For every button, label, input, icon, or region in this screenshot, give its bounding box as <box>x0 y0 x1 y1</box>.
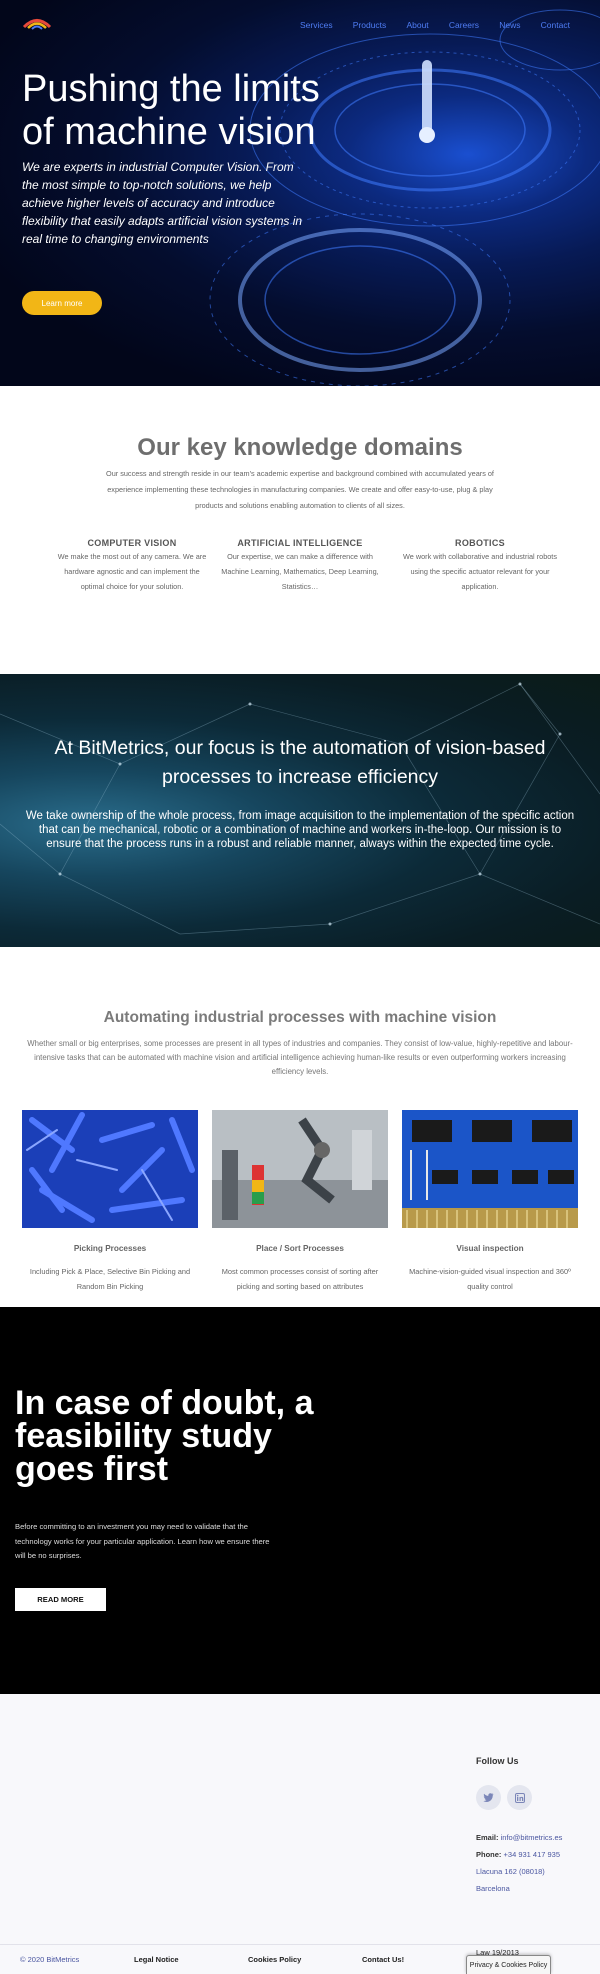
main-nav: Services Products About Careers News Con… <box>300 20 570 30</box>
card-picking: Picking Processes Including Pick & Place… <box>22 1110 198 1294</box>
read-more-button[interactable]: READ MORE <box>15 1588 106 1611</box>
hero-title: Pushing the limits of machine vision <box>22 68 320 153</box>
cookies-policy-link[interactable]: Cookies Policy <box>248 1955 301 1964</box>
contact-us-link[interactable]: Contact Us! <box>362 1955 404 1964</box>
knowledge-section: Our key knowledge domains Our success an… <box>0 386 600 674</box>
feasibility-text: Before committing to an investment you m… <box>15 1522 270 1560</box>
card-title: Place / Sort Processes <box>256 1244 344 1253</box>
privacy-cookies-button[interactable]: Privacy & Cookies Policy <box>466 1955 551 1974</box>
phone-link[interactable]: +34 931 417 935 <box>504 1850 561 1859</box>
circuit-board-image <box>402 1110 578 1228</box>
domain-artificial-intelligence: ARTIFICIAL INTELLIGENCE Our expertise, w… <box>218 538 382 594</box>
twitter-icon[interactable] <box>476 1785 501 1810</box>
legal-notice-link[interactable]: Legal Notice <box>134 1955 179 1964</box>
feasibility-title: In case of doubt, a feasibility study go… <box>15 1384 314 1488</box>
card-title: Picking Processes <box>73 1244 147 1253</box>
linkedin-icon[interactable] <box>507 1785 532 1810</box>
card-text: Machine-vision-guided visual inspection … <box>409 1267 571 1291</box>
hero-section: Services Products About Careers News Con… <box>0 0 600 386</box>
phone-line: Phone: +34 931 417 935 <box>476 1850 560 1859</box>
domain-text: We work with collaborative and industria… <box>403 552 557 591</box>
knowledge-intro: Our success and strength reside in our t… <box>106 469 494 510</box>
robot-arm-image <box>212 1110 388 1228</box>
domain-title: ARTIFICIAL INTELLIGENCE <box>237 538 363 548</box>
email-link[interactable]: info@bitmetrics.es <box>501 1833 563 1842</box>
card-text: Most common processes consist of sorting… <box>221 1267 379 1291</box>
card-inspection: Visual inspection Machine-vision-guided … <box>402 1110 578 1294</box>
city-text: Barcelona <box>476 1884 510 1893</box>
address-text: Llacuna 162 (08018) <box>476 1867 545 1876</box>
automating-subtitle: Whether small or big enterprises, some p… <box>27 1039 573 1076</box>
card-sorting: Place / Sort Processes Most common proce… <box>212 1110 388 1294</box>
automating-title: Automating industrial processes with mac… <box>103 1009 497 1026</box>
footer: Follow Us Email: info@bitmetrics.es Phon… <box>0 1694 600 1944</box>
learn-more-button[interactable]: Learn more <box>22 291 102 315</box>
automating-section: Automating industrial processes with mac… <box>0 947 600 1307</box>
focus-section: At BitMetrics, our focus is the automati… <box>0 674 600 947</box>
phone-label: Phone: <box>476 1850 502 1859</box>
city-line: Barcelona <box>476 1884 510 1893</box>
blue-parts-image <box>22 1110 198 1228</box>
email-label: Email: <box>476 1833 499 1842</box>
nav-products[interactable]: Products <box>353 20 387 30</box>
domain-computer-vision: COMPUTER VISION We make the most out of … <box>52 538 212 594</box>
email-line: Email: info@bitmetrics.es <box>476 1833 562 1842</box>
focus-title: At BitMetrics, our focus is the automati… <box>54 737 546 788</box>
bitmetrics-logo[interactable] <box>22 14 52 34</box>
follow-us-heading: Follow Us <box>476 1756 519 1766</box>
hero-lead: We are experts in industrial Computer Vi… <box>22 160 303 246</box>
domain-text: We make the most out of any camera. We a… <box>57 552 207 591</box>
nav-about[interactable]: About <box>406 20 428 30</box>
nav-news[interactable]: News <box>499 20 520 30</box>
focus-text: We take ownership of the whole process, … <box>25 810 575 850</box>
copyright-text: © 2020 BitMetrics <box>20 1955 80 1964</box>
nav-contact[interactable]: Contact <box>541 20 570 30</box>
nav-services[interactable]: Services <box>300 20 333 30</box>
card-title: Visual inspection <box>456 1244 524 1253</box>
knowledge-title: Our key knowledge domains <box>137 434 463 461</box>
domain-robotics: ROBOTICS We work with collaborative and … <box>400 538 560 594</box>
card-text: Including Pick & Place, Selective Bin Pi… <box>29 1267 191 1291</box>
domain-title: COMPUTER VISION <box>87 538 177 548</box>
domain-title: ROBOTICS <box>455 538 505 548</box>
feasibility-section: In case of doubt, a feasibility study go… <box>0 1307 600 1694</box>
nav-careers[interactable]: Careers <box>449 20 479 30</box>
address-line: Llacuna 162 (08018) <box>476 1867 545 1876</box>
domain-text: Our expertise, we can make a difference … <box>221 552 379 591</box>
